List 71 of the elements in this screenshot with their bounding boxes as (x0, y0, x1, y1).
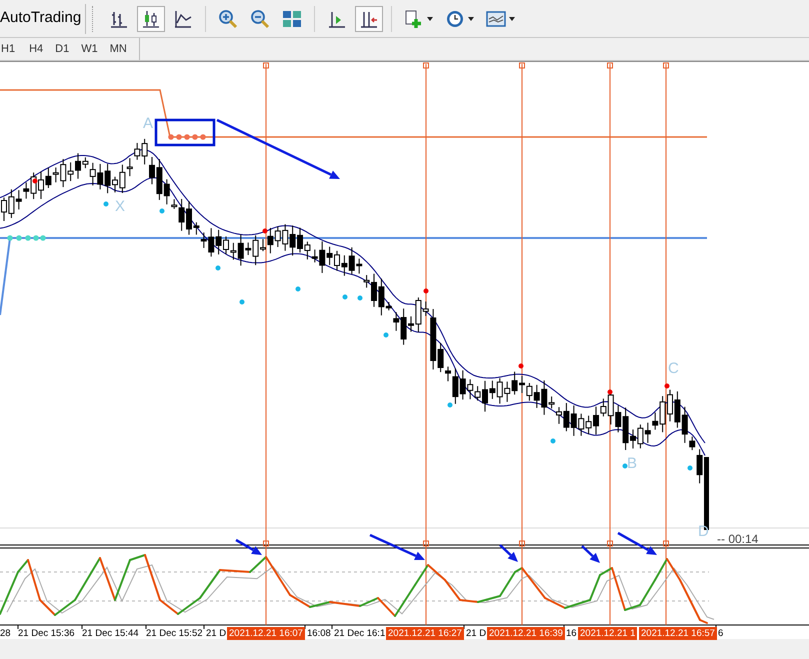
signal-dot (358, 296, 362, 300)
timeframe-button[interactable]: D1 (55, 39, 70, 59)
signal-dot (296, 286, 300, 292)
time-axis-label: 21 Dec 15:52 (146, 627, 203, 640)
caret-icon (509, 16, 516, 20)
signal-dot (688, 466, 692, 470)
time-axis-label: 21 Dec 15:44 (82, 627, 139, 640)
timeframe-button[interactable]: W1 (81, 39, 98, 59)
signal-dot (160, 208, 164, 214)
time-marker-label: 2021.12.21 16:57 (639, 627, 717, 640)
signal-dot (262, 228, 268, 234)
signal-dot (16, 235, 22, 241)
signal-dot (216, 266, 220, 270)
time-axis-label: 21 Dec 16:1 (334, 627, 386, 640)
signal-dot (608, 390, 612, 394)
caret-icon (427, 16, 434, 20)
autotrading-button[interactable]: AutoTrading (0, 4, 86, 34)
pattern-label: C (668, 361, 679, 376)
time-axis-label: 16:08 (307, 627, 331, 640)
signal-dot (622, 464, 628, 468)
time-axis-label: 16 (566, 627, 577, 640)
caret-icon (468, 16, 474, 20)
time-marker-label: 2021.12.21 16:07 (227, 627, 305, 640)
time-marker-label: 2021.12.21 16:39 (487, 627, 565, 640)
signal-dot (550, 438, 556, 444)
arrow (499, 544, 518, 562)
signal-dot (104, 202, 108, 206)
signal-dot (176, 134, 182, 140)
timeframe-button[interactable]: H4 (29, 39, 44, 59)
pattern-label: D (698, 524, 709, 539)
clock-icon (445, 8, 466, 28)
arrow (617, 532, 657, 555)
timeframe-button[interactable]: H1 (1, 39, 16, 59)
signal-dot (7, 235, 13, 241)
zoom-in-icon (218, 8, 238, 28)
signal-dot (168, 134, 174, 140)
signal-dot (192, 134, 198, 140)
signal-dot (32, 178, 38, 184)
time-axis-label: 21 D (466, 627, 486, 640)
zoom-out-icon (250, 8, 270, 28)
arrow (369, 534, 425, 560)
timeframe-button[interactable]: MN (110, 39, 127, 59)
countdown-timer: -- 00:14 (717, 533, 758, 545)
time-marker-label: 2021.12.21 1 (578, 627, 638, 640)
signal-dot (424, 288, 428, 294)
time-axis-label: 21 Dec 15:36 (18, 627, 75, 640)
template-icon (486, 8, 506, 28)
time-axis-label: 21 D (206, 627, 226, 640)
signal-dot (342, 294, 348, 300)
signal-dot (25, 235, 31, 241)
tile-windows-icon (282, 8, 302, 28)
pattern-label: A (143, 116, 154, 131)
time-axis-label: 6 (718, 627, 724, 640)
signal-dot (240, 300, 244, 304)
time-axis-label: 28 (0, 627, 11, 640)
highlight-rectangle (154, 118, 216, 146)
signal-dot (518, 364, 524, 368)
signal-dot (664, 384, 670, 388)
pattern-label: B (627, 456, 638, 471)
arrow (581, 545, 600, 563)
time-marker-label: 2021.12.21 16:27 (386, 627, 464, 640)
pattern-label: X (115, 199, 126, 214)
signal-dot (448, 402, 452, 408)
signal-dot (384, 332, 388, 338)
line-chart-icon (173, 8, 194, 28)
autoscroll-button[interactable] (355, 6, 384, 32)
candlestick-icon (141, 8, 162, 28)
signal-dot (200, 134, 206, 140)
candlestick-button[interactable] (137, 6, 166, 32)
arrow (235, 538, 262, 555)
signal-dot (184, 134, 190, 140)
